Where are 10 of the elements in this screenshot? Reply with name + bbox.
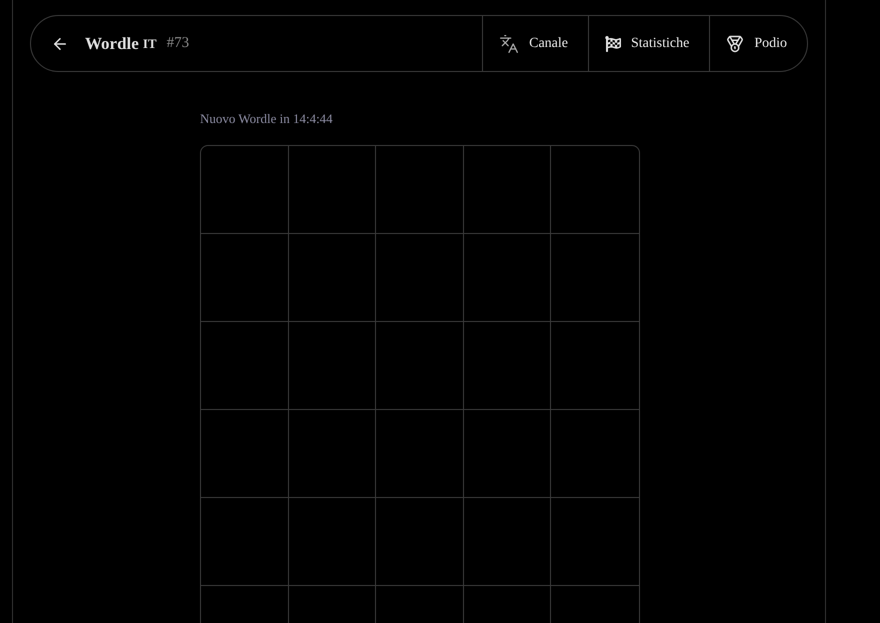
puzzle-number: #73: [166, 35, 190, 52]
medal-icon: [726, 34, 744, 52]
translate-icon: [499, 34, 520, 54]
language-code: IT: [142, 36, 157, 52]
checkered-flag-icon: [604, 36, 621, 52]
header-action-button[interactable]: Statistiche: [588, 16, 710, 71]
countdown-text: Nuovo Wordle in 14:4:44: [200, 111, 334, 127]
header-action-button[interactable]: Canale: [482, 16, 588, 71]
header-action-button[interactable]: Podio: [709, 16, 807, 71]
app-title: Wordle: [85, 34, 139, 54]
